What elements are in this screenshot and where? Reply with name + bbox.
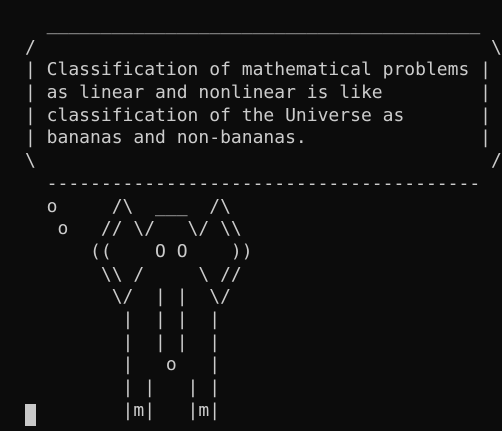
speech-bubble-text-line: | Classification of mathematical problem… bbox=[25, 59, 491, 81]
terminal-cursor bbox=[25, 404, 36, 426]
terminal-window[interactable]: ________________________________________… bbox=[0, 0, 502, 431]
ascii-art-line: (( O O )) bbox=[25, 240, 253, 262]
speech-bubble-top: ________________________________________ bbox=[25, 14, 481, 35]
ascii-art-line: \/ | | \/ bbox=[25, 286, 231, 308]
ascii-art-line: |m| |m| bbox=[25, 399, 221, 421]
ascii-art-line: | | | | bbox=[25, 331, 221, 353]
ascii-art-line: | | | | bbox=[25, 308, 221, 330]
speech-bubble-bottom: ---------------------------------------- bbox=[25, 172, 481, 194]
ascii-art-line: o // \/ \/ \\ bbox=[25, 218, 242, 240]
ascii-art-line: | o | bbox=[25, 354, 221, 376]
ascii-art-line: \\ / \ // bbox=[25, 263, 242, 285]
speech-bubble-line: / \ bbox=[25, 36, 502, 58]
ascii-art-line: o /\ ___ /\ bbox=[25, 195, 231, 217]
terminal-output: ________________________________________… bbox=[25, 14, 502, 422]
ascii-art-line: | | | | bbox=[25, 377, 221, 398]
speech-bubble-text-line: | classification of the Universe as | bbox=[25, 104, 491, 126]
speech-bubble-text-line: | bananas and non-bananas. | bbox=[25, 127, 491, 149]
speech-bubble-line: \ / bbox=[25, 150, 502, 172]
speech-bubble-text-line: | as linear and nonlinear is like | bbox=[25, 82, 491, 104]
